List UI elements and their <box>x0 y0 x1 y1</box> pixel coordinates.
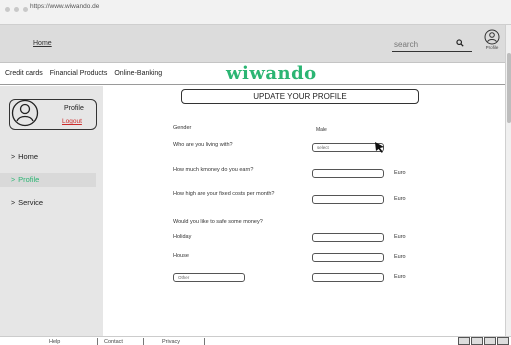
nav-financial-products[interactable]: Financial Products <box>50 70 108 77</box>
footer: Help Contact Privacy <box>0 336 511 345</box>
costs-label: How high are your fixed costs per month? <box>173 191 275 197</box>
browser-chrome: https://www.wiwando.de <box>0 0 511 25</box>
instagram-icon[interactable] <box>484 337 496 345</box>
living-label: Who are you living with? <box>173 142 233 148</box>
costs-currency: Euro <box>394 196 406 202</box>
page-title: UPDATE YOUR PROFILE <box>181 89 419 104</box>
logout-link[interactable]: Logout <box>62 118 82 125</box>
chevron-right-icon: > <box>11 200 16 207</box>
earn-currency: Euro <box>394 170 406 176</box>
house-label: House <box>173 253 189 259</box>
nav-credit-cards[interactable]: Credit cards <box>5 70 43 77</box>
sidebar: Profile Logout > Home > Profile > Service <box>0 86 103 336</box>
other-currency: Euro <box>394 274 406 280</box>
scrollbar-thumb[interactable] <box>507 53 511 123</box>
mouse-cursor-icon <box>375 142 384 153</box>
footer-contact[interactable]: Contact <box>104 339 123 345</box>
maximize-dot[interactable] <box>23 7 28 12</box>
house-currency: Euro <box>394 254 406 260</box>
minimize-dot[interactable] <box>14 7 19 12</box>
sidebar-item-service[interactable]: > Service <box>0 196 96 210</box>
holiday-currency: Euro <box>394 234 406 240</box>
search-input[interactable] <box>392 37 450 52</box>
holiday-label: Holiday <box>173 234 192 240</box>
chevron-right-icon: > <box>11 177 16 184</box>
holiday-input[interactable] <box>312 233 384 242</box>
other-placeholder: Other <box>178 275 190 280</box>
home-link[interactable]: Home <box>33 40 52 47</box>
footer-divider <box>204 338 205 345</box>
chevron-right-icon: > <box>11 154 16 161</box>
sidebar-item-label: Profile <box>18 175 40 184</box>
footer-help[interactable]: Help <box>49 339 60 345</box>
user-icon <box>484 29 500 45</box>
profile-name: Profile <box>64 105 84 112</box>
living-select-value: select <box>317 145 329 150</box>
youtube-icon[interactable] <box>497 337 509 345</box>
top-bar: Home Profile <box>0 25 505 63</box>
profile-button[interactable]: Profile <box>481 29 503 59</box>
gender-label: Gender <box>173 125 192 131</box>
other-amount-input[interactable] <box>312 273 384 282</box>
main-nav: Credit cards Financial Products Online-B… <box>0 63 505 85</box>
avatar-icon <box>11 99 39 127</box>
footer-divider <box>97 338 98 345</box>
profile-card: Profile Logout <box>9 99 97 130</box>
social-links <box>458 337 509 345</box>
sidebar-item-home[interactable]: > Home <box>0 150 96 164</box>
gender-value: Male <box>316 127 327 133</box>
brand-logo[interactable]: wiwando <box>226 63 317 84</box>
other-category-input[interactable]: Other <box>173 273 245 282</box>
costs-input[interactable] <box>312 195 384 204</box>
house-input[interactable] <box>312 253 384 262</box>
search-icon[interactable] <box>456 39 464 47</box>
earn-input[interactable] <box>312 169 384 178</box>
profile-label: Profile <box>485 45 499 50</box>
sidebar-item-label: Home <box>18 152 39 161</box>
close-dot[interactable] <box>5 7 10 12</box>
url-bar[interactable]: https://www.wiwando.de <box>30 3 99 10</box>
sidebar-item-label: Service <box>18 198 44 207</box>
scrollbar[interactable] <box>505 25 511 336</box>
search-box[interactable] <box>392 34 472 52</box>
facebook-icon[interactable] <box>458 337 470 345</box>
earn-label: How much kmoney do you earn? <box>173 167 254 173</box>
footer-privacy[interactable]: Privacy <box>162 339 180 345</box>
save-question: Would you like to safe some money? <box>173 219 263 225</box>
twitter-icon[interactable] <box>471 337 483 345</box>
nav-online-banking[interactable]: Online-Banking <box>114 70 162 77</box>
window-controls <box>5 7 28 12</box>
sidebar-item-profile[interactable]: > Profile <box>0 173 96 187</box>
footer-divider <box>143 338 144 345</box>
